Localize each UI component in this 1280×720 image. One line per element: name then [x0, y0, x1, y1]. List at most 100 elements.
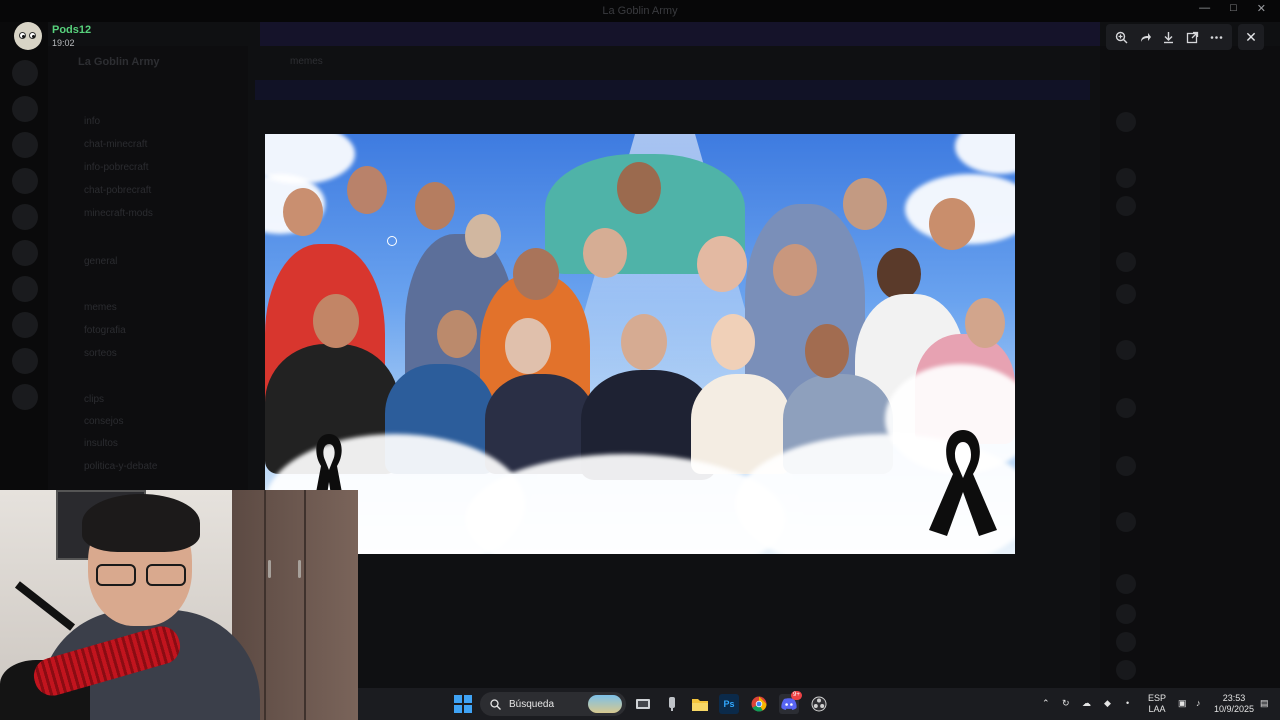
channel-item[interactable]: consejos	[84, 416, 123, 427]
app-titlebar: La Goblin Army	[0, 0, 1280, 22]
photoshop-icon[interactable]: Ps	[719, 694, 739, 714]
discord-icon[interactable]: 9+	[779, 691, 802, 714]
forward-icon[interactable]	[1135, 27, 1155, 47]
face	[711, 314, 755, 370]
channel-item[interactable]: chat-minecraft	[84, 139, 147, 150]
channel-item[interactable]: memes	[84, 302, 117, 313]
member-avatar[interactable]	[1116, 168, 1136, 188]
server-icon[interactable]	[12, 60, 38, 86]
channel-item[interactable]: chat-pobrecraft	[84, 185, 151, 196]
volume-icon[interactable]: ♪	[1196, 698, 1201, 709]
network-icon[interactable]: ▣	[1178, 698, 1187, 709]
defender-icon[interactable]: ◆	[1104, 698, 1111, 709]
clock[interactable]: 23:53 10/9/2025	[1214, 693, 1254, 715]
server-name[interactable]: La Goblin Army	[78, 56, 160, 68]
face	[697, 236, 747, 292]
minimize-icon[interactable]: —	[1199, 2, 1210, 15]
channel-item[interactable]: fotografia	[84, 325, 126, 336]
channel-item[interactable]: general	[84, 256, 117, 267]
chevron-up-icon[interactable]: ⌃	[1042, 698, 1050, 709]
viewed-image[interactable]	[265, 134, 1015, 554]
face	[313, 294, 359, 348]
window-controls: — □ ✕	[1199, 2, 1266, 15]
search-label: Búsqueda	[509, 698, 555, 710]
member-avatar[interactable]	[1116, 196, 1136, 216]
glasses-lens	[146, 564, 186, 586]
voice-recorder-icon[interactable]	[662, 694, 682, 714]
channel-header: memes	[290, 56, 323, 67]
channel-item[interactable]: sorteos	[84, 348, 117, 359]
webcam-person-hair	[82, 494, 200, 552]
sync-icon[interactable]: ↻	[1062, 698, 1070, 709]
member-avatar[interactable]	[1116, 574, 1136, 594]
taskbar-search[interactable]: Búsqueda	[480, 692, 626, 716]
face	[583, 228, 627, 278]
member-avatar[interactable]	[1116, 660, 1136, 680]
server-icon[interactable]	[12, 348, 38, 374]
black-ribbon-icon	[929, 430, 997, 536]
zoom-in-icon[interactable]	[1112, 27, 1132, 47]
face	[617, 162, 661, 214]
face	[513, 248, 559, 300]
server-icon[interactable]	[12, 384, 38, 410]
language-code: ESP	[1148, 693, 1167, 703]
member-avatar[interactable]	[1116, 604, 1136, 624]
wardrobe-door-line	[264, 490, 266, 720]
file-explorer-icon[interactable]	[690, 694, 710, 714]
glasses-lens	[96, 564, 136, 586]
search-highlight-art	[588, 695, 622, 713]
member-avatar[interactable]	[1116, 512, 1136, 532]
member-avatar[interactable]	[1116, 284, 1136, 304]
language-indicator[interactable]: ESP LAA	[1148, 693, 1166, 715]
onedrive-icon[interactable]: ☁	[1082, 698, 1091, 709]
wardrobe-door-line	[304, 490, 306, 720]
server-icon[interactable]	[12, 168, 38, 194]
member-avatar[interactable]	[1116, 340, 1136, 360]
member-avatar[interactable]	[1116, 632, 1136, 652]
member-avatar[interactable]	[1116, 112, 1136, 132]
member-avatar[interactable]	[1116, 398, 1136, 418]
server-icon[interactable]	[12, 240, 38, 266]
microphone-icon[interactable]: •	[1126, 698, 1129, 709]
open-external-icon[interactable]	[1183, 27, 1203, 47]
face	[465, 214, 501, 258]
obs-icon[interactable]	[809, 694, 829, 714]
face	[843, 178, 887, 230]
image-author: Pods12 19:02	[14, 22, 91, 50]
server-icon[interactable]	[12, 276, 38, 302]
top-banner	[260, 22, 1100, 46]
chrome-icon[interactable]	[749, 694, 769, 714]
screen: La Goblin Army — □ ✕ La Goblin Army info…	[0, 0, 1280, 720]
webcam-glasses	[96, 564, 188, 586]
server-icon[interactable]	[12, 312, 38, 338]
close-icon[interactable]: ✕	[1238, 24, 1264, 50]
photoshop-label: Ps	[723, 699, 735, 709]
channel-item[interactable]: info-pobrecraft	[84, 162, 148, 173]
taskbar: Búsqueda Ps 9+ ⌃ ↻ ☁ ◆ • ESP LAA ▣ ♪ 23:…	[358, 688, 1280, 720]
maximize-icon[interactable]: □	[1230, 2, 1237, 15]
face	[283, 188, 323, 236]
face	[805, 324, 849, 378]
notification-badge: 9+	[791, 691, 802, 700]
server-icon[interactable]	[12, 96, 38, 122]
channel-item[interactable]: politica-y-debate	[84, 461, 157, 472]
channel-item[interactable]: minecraft-mods	[84, 208, 153, 219]
notifications-icon[interactable]: ▤	[1260, 698, 1269, 709]
windows-start-icon[interactable]	[453, 694, 473, 714]
member-avatar[interactable]	[1116, 252, 1136, 272]
close-window-icon[interactable]: ✕	[1257, 2, 1266, 15]
download-icon[interactable]	[1159, 27, 1179, 47]
channel-item[interactable]: insultos	[84, 438, 118, 449]
server-icon[interactable]	[12, 132, 38, 158]
face	[621, 314, 667, 370]
task-view-icon[interactable]	[633, 694, 653, 714]
channel-item[interactable]: info	[84, 116, 100, 127]
author-timestamp: 19:02	[52, 38, 75, 48]
member-avatar[interactable]	[1116, 456, 1136, 476]
avatar-eye	[19, 32, 26, 39]
channel-item[interactable]: clips	[84, 394, 104, 405]
avatar[interactable]	[14, 22, 42, 50]
author-name[interactable]: Pods12	[52, 24, 91, 36]
server-icon[interactable]	[12, 204, 38, 230]
more-icon[interactable]	[1206, 27, 1226, 47]
